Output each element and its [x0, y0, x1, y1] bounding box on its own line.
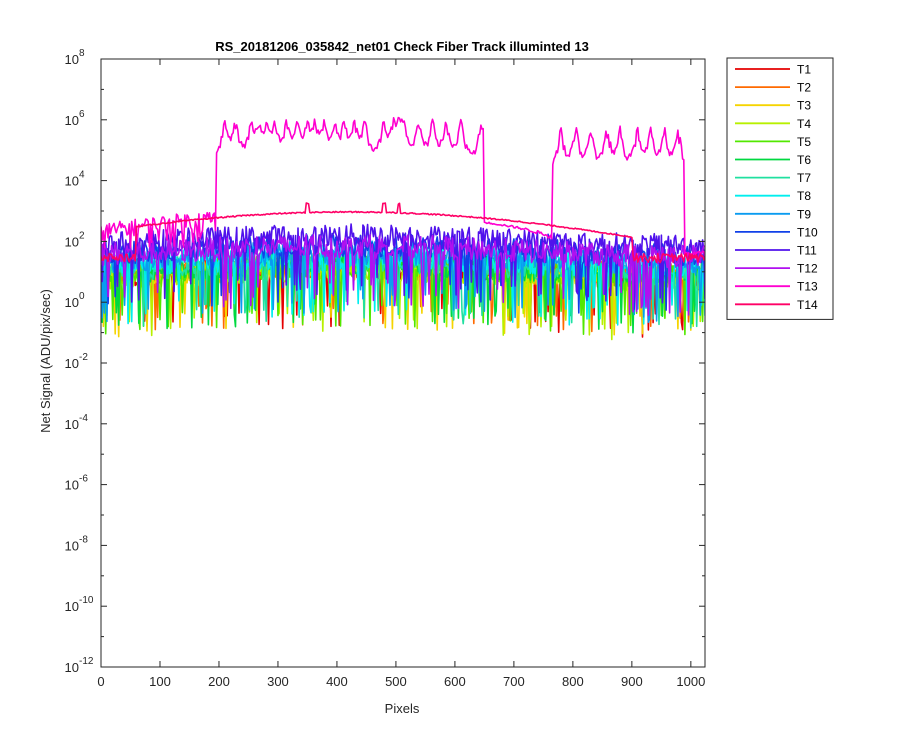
- y-tick-exponent: 4: [79, 170, 85, 181]
- x-tick-label: 200: [208, 674, 230, 689]
- y-tick-exponent: -4: [79, 413, 88, 424]
- x-axis-label: Pixels: [385, 701, 420, 716]
- y-tick-label: 10: [65, 52, 79, 67]
- figure: RS_20181206_035842_net01 Check Fiber Tra…: [0, 0, 900, 750]
- y-tick-exponent: 6: [79, 109, 85, 120]
- y-tick-label: 10: [65, 538, 79, 553]
- legend-label-t3: T3: [797, 99, 811, 113]
- y-tick-label: 10: [65, 478, 79, 493]
- y-tick-exponent: 2: [79, 230, 85, 241]
- x-tick-label: 700: [503, 674, 525, 689]
- y-tick-label: 10: [65, 113, 79, 128]
- y-tick-label: 10: [65, 174, 79, 189]
- y-tick-label: 10: [65, 599, 79, 614]
- y-tick-exponent: -6: [79, 474, 88, 485]
- x-tick-label: 600: [444, 674, 466, 689]
- y-tick-exponent: -12: [79, 656, 94, 667]
- legend-label-t9: T9: [797, 207, 811, 221]
- chart-svg: RS_20181206_035842_net01 Check Fiber Tra…: [0, 0, 900, 750]
- chart-title: RS_20181206_035842_net01 Check Fiber Tra…: [215, 39, 589, 54]
- y-tick-exponent: -10: [79, 595, 94, 606]
- legend-label-t4: T4: [797, 117, 811, 131]
- legend-label-t7: T7: [797, 171, 811, 185]
- y-tick-exponent: -8: [79, 534, 88, 545]
- x-tick-label: 500: [385, 674, 407, 689]
- y-tick-exponent: 8: [79, 48, 85, 59]
- legend-label-t10: T10: [797, 225, 818, 239]
- y-tick-label: 10: [65, 660, 79, 675]
- x-tick-label: 0: [97, 674, 104, 689]
- legend-label-t1: T1: [797, 63, 811, 77]
- legend-label-t14: T14: [797, 298, 818, 312]
- legend: T1 T2 T3 T4 T5 T6 T7 T8 T9 T10 T11 T12 T13 T14: [726, 57, 834, 320]
- y-tick-label: 10: [65, 356, 79, 371]
- legend-label-t6: T6: [797, 153, 811, 167]
- x-tick-label: 800: [562, 674, 584, 689]
- y-tick-exponent: -2: [79, 352, 88, 363]
- y-tick-label: 10: [65, 417, 79, 432]
- legend-label-t2: T2: [797, 81, 811, 95]
- y-tick-label: 10: [65, 234, 79, 249]
- legend-label-t5: T5: [797, 135, 811, 149]
- x-tick-label: 900: [621, 674, 643, 689]
- y-tick-exponent: 0: [79, 291, 85, 302]
- legend-label-t11: T11: [797, 244, 817, 258]
- x-tick-label: 300: [267, 674, 289, 689]
- y-tick-label: 10: [65, 295, 79, 310]
- legend-label-t13: T13: [797, 280, 818, 294]
- legend-label-t8: T8: [797, 189, 811, 203]
- legend-label-t12: T12: [797, 262, 818, 276]
- y-axis-label: Net Signal (ADU/pix/sec): [38, 289, 53, 433]
- x-tick-label: 100: [149, 674, 171, 689]
- x-tick-label: 1000: [676, 674, 705, 689]
- x-tick-label: 400: [326, 674, 348, 689]
